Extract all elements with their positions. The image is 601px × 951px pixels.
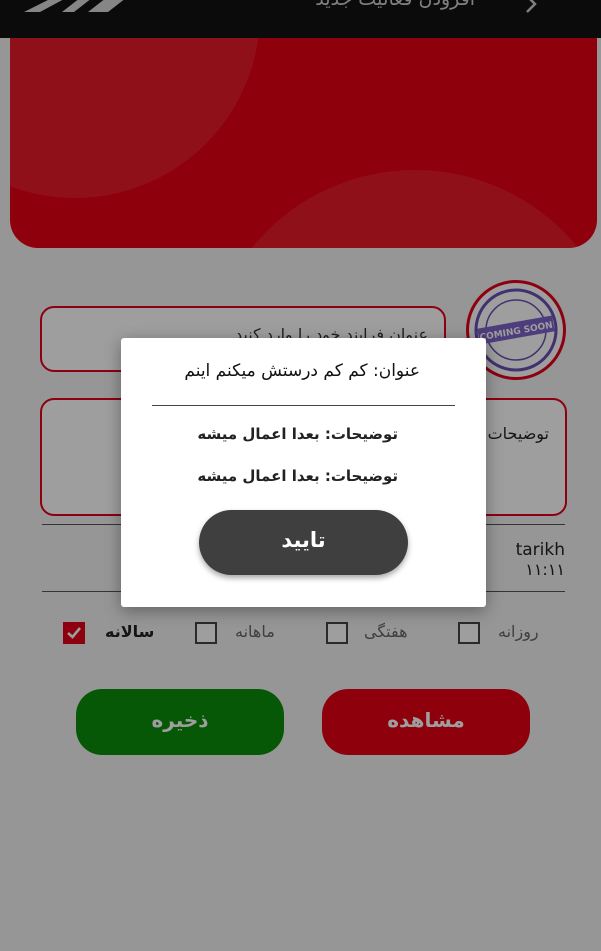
dialog-title: عنوان: کم کم درستش میکنم اینم [184, 361, 420, 381]
dialog-description: توضیحات: بعدا اعمال میشه [197, 425, 398, 443]
activity-summary-dialog: عنوان: کم کم درستش میکنم اینم توضیحات: ب… [121, 338, 486, 607]
confirm-button[interactable]: تایید [199, 510, 408, 575]
dialog-description: توضیحات: بعدا اعمال میشه [197, 467, 398, 485]
dialog-divider [152, 405, 455, 406]
